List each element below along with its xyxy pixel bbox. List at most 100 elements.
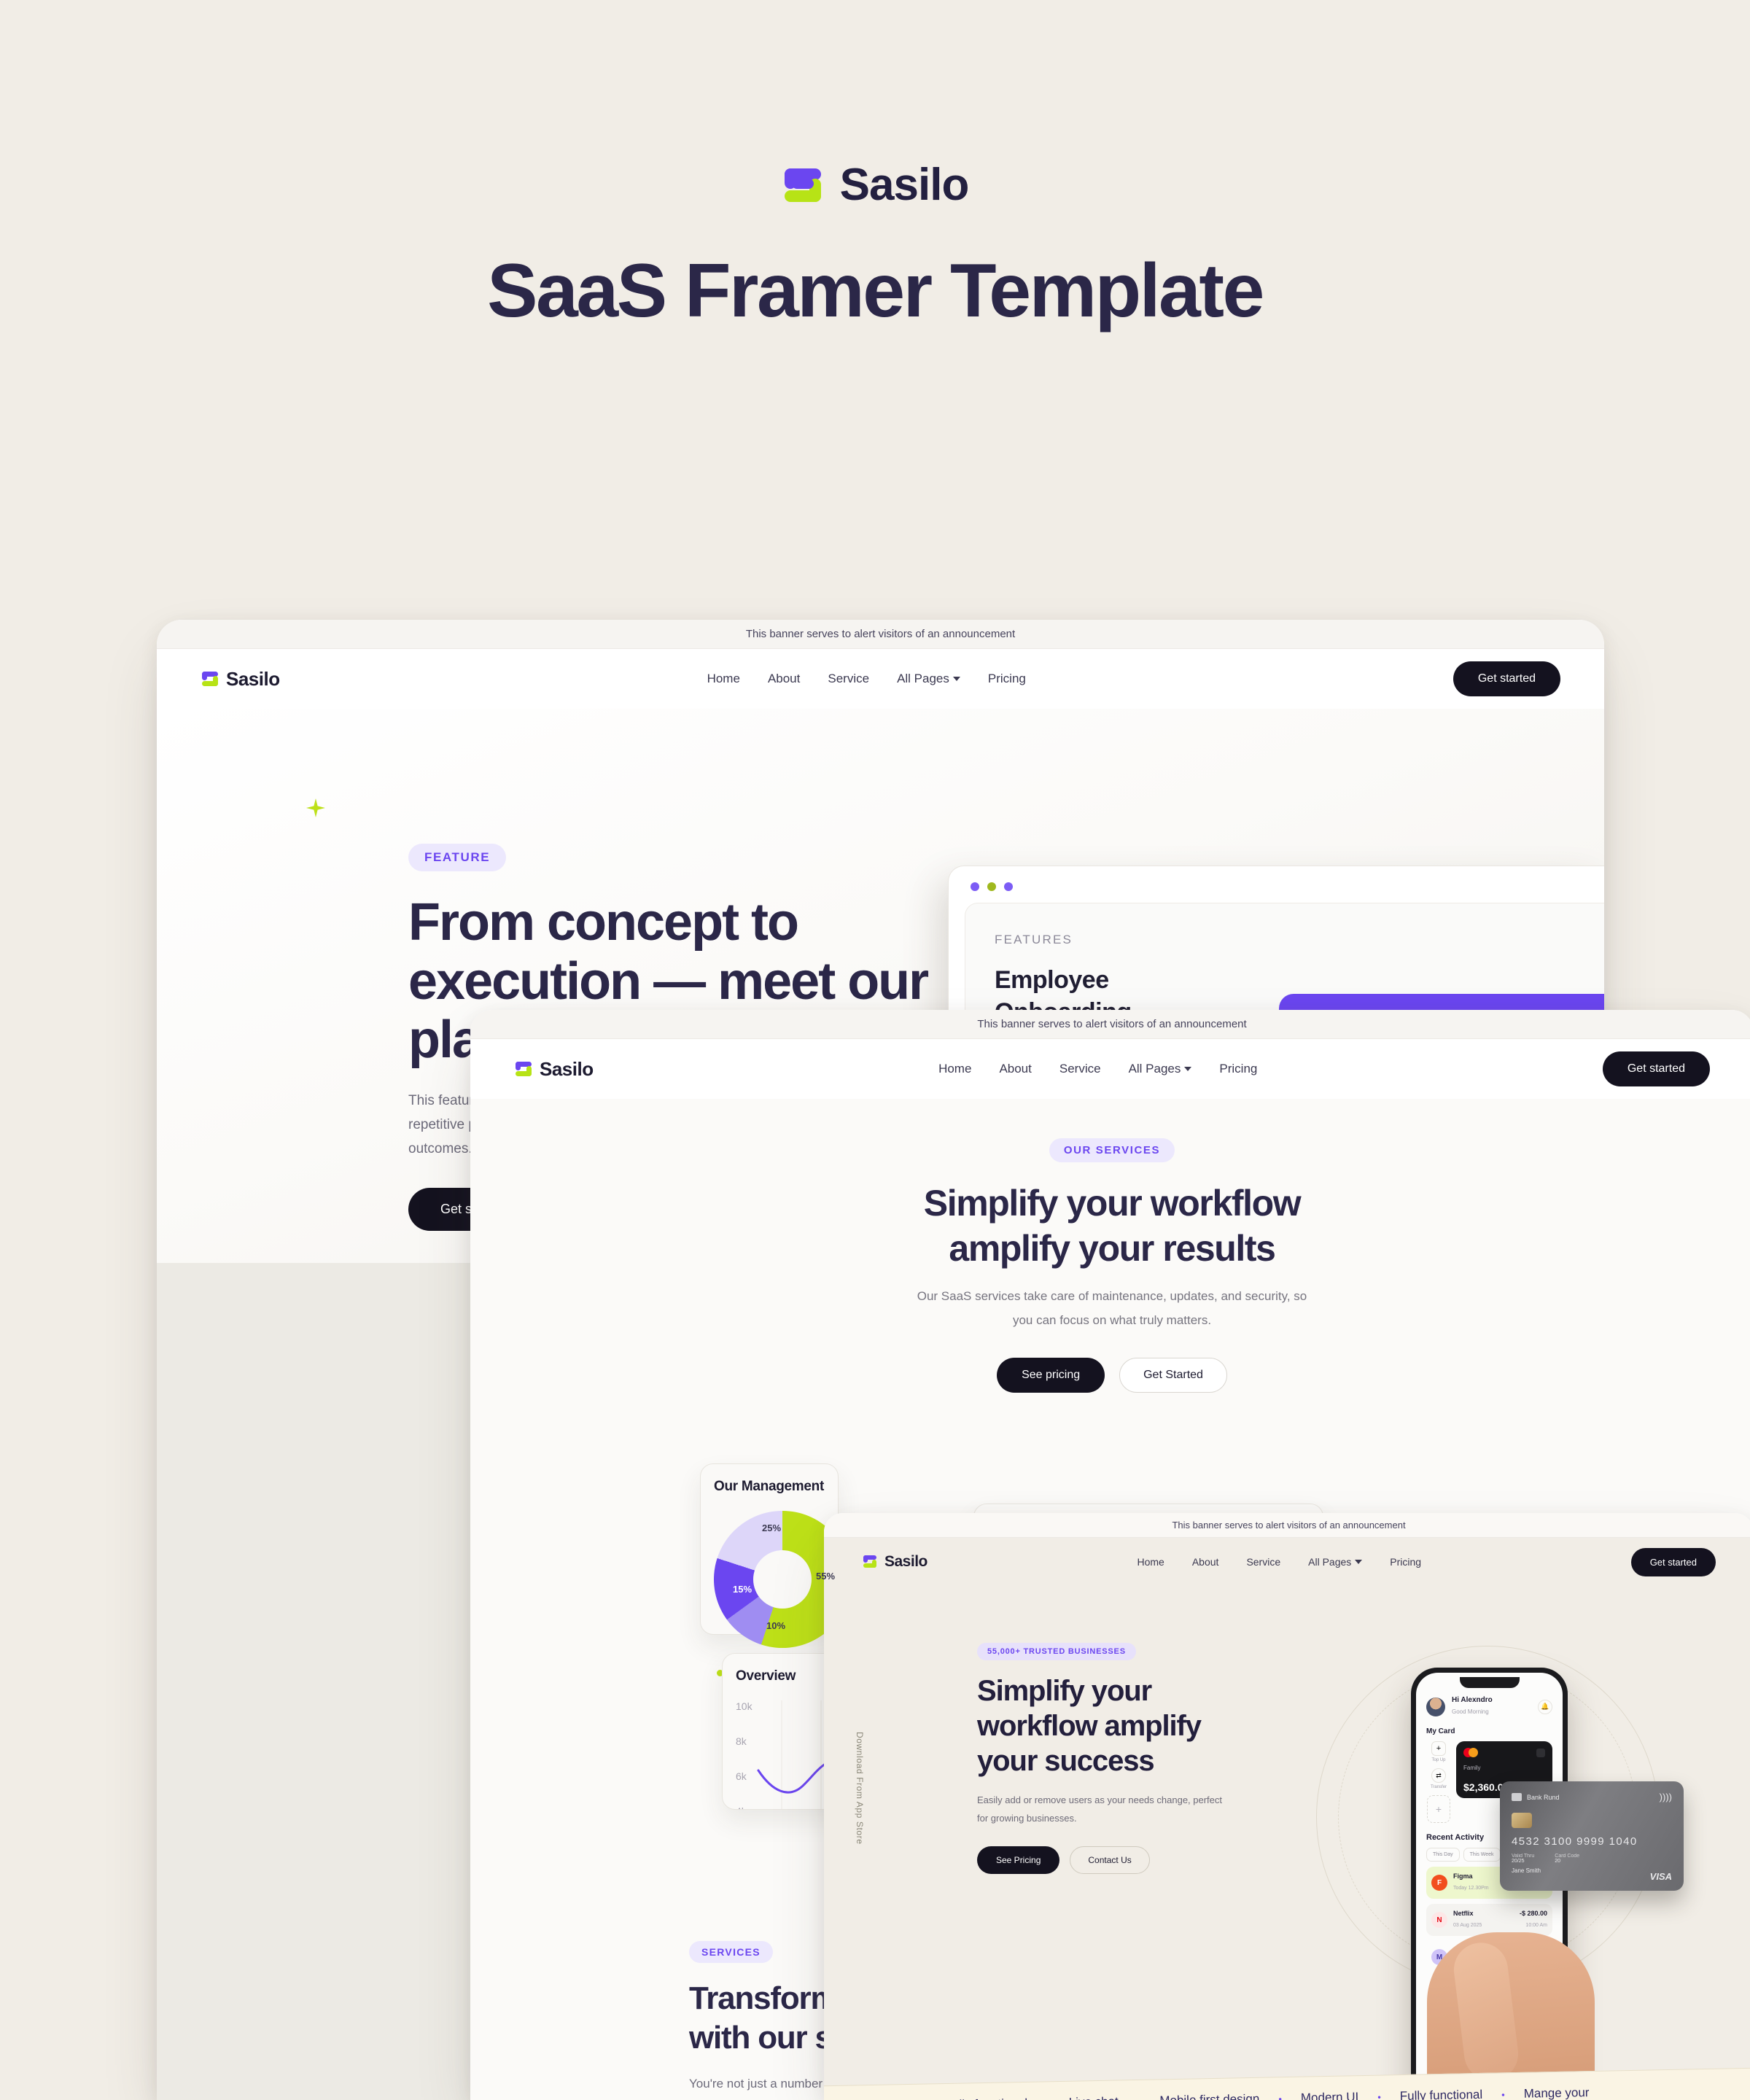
card-chip-icon bbox=[1512, 1813, 1532, 1828]
get-started-button-1[interactable]: Get started bbox=[1452, 661, 1560, 696]
nav-link-service-2[interactable]: Service bbox=[1059, 1062, 1101, 1076]
tx-date-1: 03 Aug 2025 bbox=[1453, 1923, 1482, 1928]
nav-link-service-3[interactable]: Service bbox=[1246, 1556, 1280, 1568]
nav-link-all-pages-label-2: All Pages bbox=[1128, 1062, 1181, 1076]
nav-link-pricing-2[interactable]: Pricing bbox=[1219, 1062, 1257, 1076]
tx-amount-1: -$ 280.00 bbox=[1519, 1910, 1547, 1917]
nav-link-home-1[interactable]: Home bbox=[707, 672, 740, 686]
site-nav-3: Sasilo Home About Service All Pages Pric… bbox=[824, 1538, 1750, 1586]
nav-link-about-1[interactable]: About bbox=[768, 672, 800, 686]
announcement-banner-3: This banner serves to alert visitors of … bbox=[824, 1513, 1750, 1538]
nav-link-pricing-1[interactable]: Pricing bbox=[988, 672, 1026, 686]
nav-link-service-1[interactable]: Service bbox=[828, 672, 869, 686]
phone-greeting-sub: Good Morning bbox=[1452, 1708, 1489, 1715]
see-pricing-button-2[interactable]: See pricing bbox=[997, 1357, 1105, 1393]
services-eyebrow-pill: SERVICES bbox=[689, 1941, 773, 1963]
nav-links-2: Home About Service All Pages Pricing bbox=[938, 1062, 1257, 1076]
contactless-icon: )))) bbox=[1659, 1792, 1672, 1802]
marquee-item-5: Fully functional bbox=[1399, 2087, 1483, 2100]
list-item[interactable]: N Netflix 03 Aug 2025 -$ 280.00 10:00 Am bbox=[1426, 1904, 1552, 1936]
credit-card-valid-value: 20/25 bbox=[1512, 1859, 1525, 1864]
window-dot-purple bbox=[971, 882, 979, 891]
phone-card-owner: Family bbox=[1463, 1765, 1481, 1771]
tx-date-0: Today 12.30Pm bbox=[1453, 1886, 1489, 1891]
nav-brand-label-1: Sasilo bbox=[226, 667, 280, 690]
mock2-button-row: See pricing Get Started bbox=[470, 1357, 1750, 1393]
marquee-item-2: Live chat bbox=[1069, 2094, 1119, 2100]
donut-label-55: 55% bbox=[816, 1571, 836, 1582]
nav-logo-2[interactable]: Sasilo bbox=[514, 1058, 594, 1081]
window-dot-lime bbox=[987, 882, 996, 891]
top-up-icon[interactable]: + bbox=[1431, 1741, 1446, 1756]
visa-logo: VISA bbox=[1649, 1871, 1672, 1882]
phone-greeting: Hi Alexndro bbox=[1452, 1696, 1493, 1704]
add-card-button[interactable]: + bbox=[1427, 1795, 1450, 1823]
donut-label-10: 10% bbox=[766, 1620, 786, 1631]
mastercard-icon bbox=[1463, 1748, 1478, 1757]
marquee-sep: • bbox=[1377, 2091, 1381, 2100]
feature-marquee: ur task easily • Fully functional • Live… bbox=[824, 2067, 1750, 2100]
marquee-item-3: Mobile first design bbox=[1159, 2091, 1260, 2100]
phone-greeting-row: Hi Alexndro Good Morning 🔔 bbox=[1426, 1696, 1552, 1717]
nav-links-3: Home About Service All Pages Pricing bbox=[1137, 1556, 1421, 1568]
nav-link-all-pages-2[interactable]: All Pages bbox=[1129, 1062, 1192, 1076]
nav-logo-3[interactable]: Sasilo bbox=[862, 1553, 928, 1571]
tx-name-0: Figma bbox=[1453, 1872, 1473, 1880]
browser-mockup-hero: This banner serves to alert visitors of … bbox=[824, 1513, 1750, 2100]
filter-chip-this-day[interactable]: This Day bbox=[1426, 1848, 1460, 1862]
page-title: SaaS Framer Template bbox=[487, 249, 1264, 333]
sparkle-icon bbox=[306, 798, 325, 817]
avatar bbox=[1426, 1697, 1445, 1716]
announcement-banner-2: This banner serves to alert visitors of … bbox=[470, 1010, 1750, 1039]
phone-my-card-label: My Card bbox=[1426, 1727, 1455, 1735]
marquee-sep: • bbox=[1278, 2093, 1283, 2100]
get-started-button-3[interactable]: Get started bbox=[1630, 1547, 1716, 1576]
chevron-down-icon bbox=[952, 677, 960, 681]
floating-credit-card: Bank Rund )))) 4532 3100 9999 1040 Valid… bbox=[1500, 1781, 1684, 1891]
get-started-button-2[interactable]: Get started bbox=[1602, 1051, 1710, 1086]
management-card-title: Our Management bbox=[714, 1479, 824, 1494]
credit-card-valid-label: Valid Thru bbox=[1512, 1854, 1535, 1859]
management-card: Our Management 55% 25% 10% 15% 55% 25% 1… bbox=[700, 1463, 851, 1679]
nav-link-all-pages-3[interactable]: All Pages bbox=[1308, 1556, 1363, 1568]
nav-link-pricing-3[interactable]: Pricing bbox=[1390, 1556, 1421, 1568]
contact-us-button-3[interactable]: Contact Us bbox=[1070, 1846, 1150, 1874]
bell-icon[interactable]: 🔔 bbox=[1538, 1699, 1552, 1714]
mock2-sub-line2: you can focus on what truly matters. bbox=[1012, 1312, 1212, 1327]
credit-card-meta: Valid Thru 20/25 Card Code 20 bbox=[1512, 1854, 1672, 1864]
nav-link-all-pages-1[interactable]: All Pages bbox=[897, 672, 960, 686]
overview-tick-10k: 10k bbox=[736, 1700, 752, 1712]
nav-brand-label-2: Sasilo bbox=[540, 1057, 594, 1080]
marquee-sep: • bbox=[1138, 2096, 1141, 2100]
tx-note-1: 10:00 Am bbox=[1525, 1923, 1547, 1928]
download-app-store-label: Download From App Store bbox=[855, 1732, 865, 1845]
site-nav-2: Sasilo Home About Service All Pages Pric… bbox=[470, 1039, 1750, 1099]
nav-link-about-3[interactable]: About bbox=[1192, 1556, 1219, 1568]
mock2-heading-line2: amplify your results bbox=[949, 1228, 1276, 1269]
announcement-banner-1: This banner serves to alert visitors of … bbox=[157, 620, 1604, 649]
nav-link-about-2[interactable]: About bbox=[999, 1062, 1031, 1076]
marquee-item-1: Fully functional bbox=[945, 2096, 1028, 2100]
phone-notch bbox=[1459, 1677, 1520, 1688]
nav-link-home-2[interactable]: Home bbox=[938, 1062, 971, 1076]
figma-icon: F bbox=[1431, 1875, 1447, 1891]
brand-name: Sasilo bbox=[839, 160, 970, 210]
window-dot-purple-2 bbox=[1004, 882, 1013, 891]
trusted-businesses-badge: 55,000+ TRUSTED BUSINESSES bbox=[977, 1643, 1136, 1660]
tx-name-1: Netflix bbox=[1453, 1910, 1474, 1917]
bank-logo-icon bbox=[1512, 1793, 1522, 1801]
see-pricing-button-3[interactable]: See Pricing bbox=[977, 1846, 1060, 1874]
get-started-secondary-button-2[interactable]: Get Started bbox=[1119, 1357, 1227, 1393]
marquee-sep: • bbox=[1501, 2088, 1505, 2100]
nav-logo-1[interactable]: Sasilo bbox=[201, 668, 280, 691]
transfer-icon[interactable]: ⇄ bbox=[1431, 1768, 1446, 1783]
nav-link-all-pages-label-1: All Pages bbox=[897, 672, 949, 685]
our-services-pill: OUR SERVICES bbox=[1049, 1138, 1175, 1162]
credit-card-number: 4532 3100 9999 1040 bbox=[1512, 1835, 1638, 1848]
mock2-sub-line1: Our SaaS services take care of maintenan… bbox=[917, 1289, 1307, 1303]
sasilo-logo-icon bbox=[201, 669, 219, 688]
nav-link-all-pages-label-3: All Pages bbox=[1308, 1556, 1352, 1568]
nav-link-home-3[interactable]: Home bbox=[1137, 1556, 1164, 1568]
filter-chip-this-week[interactable]: This Week bbox=[1463, 1848, 1501, 1862]
mock2-heading-line1: Simplify your workflow bbox=[923, 1183, 1302, 1224]
